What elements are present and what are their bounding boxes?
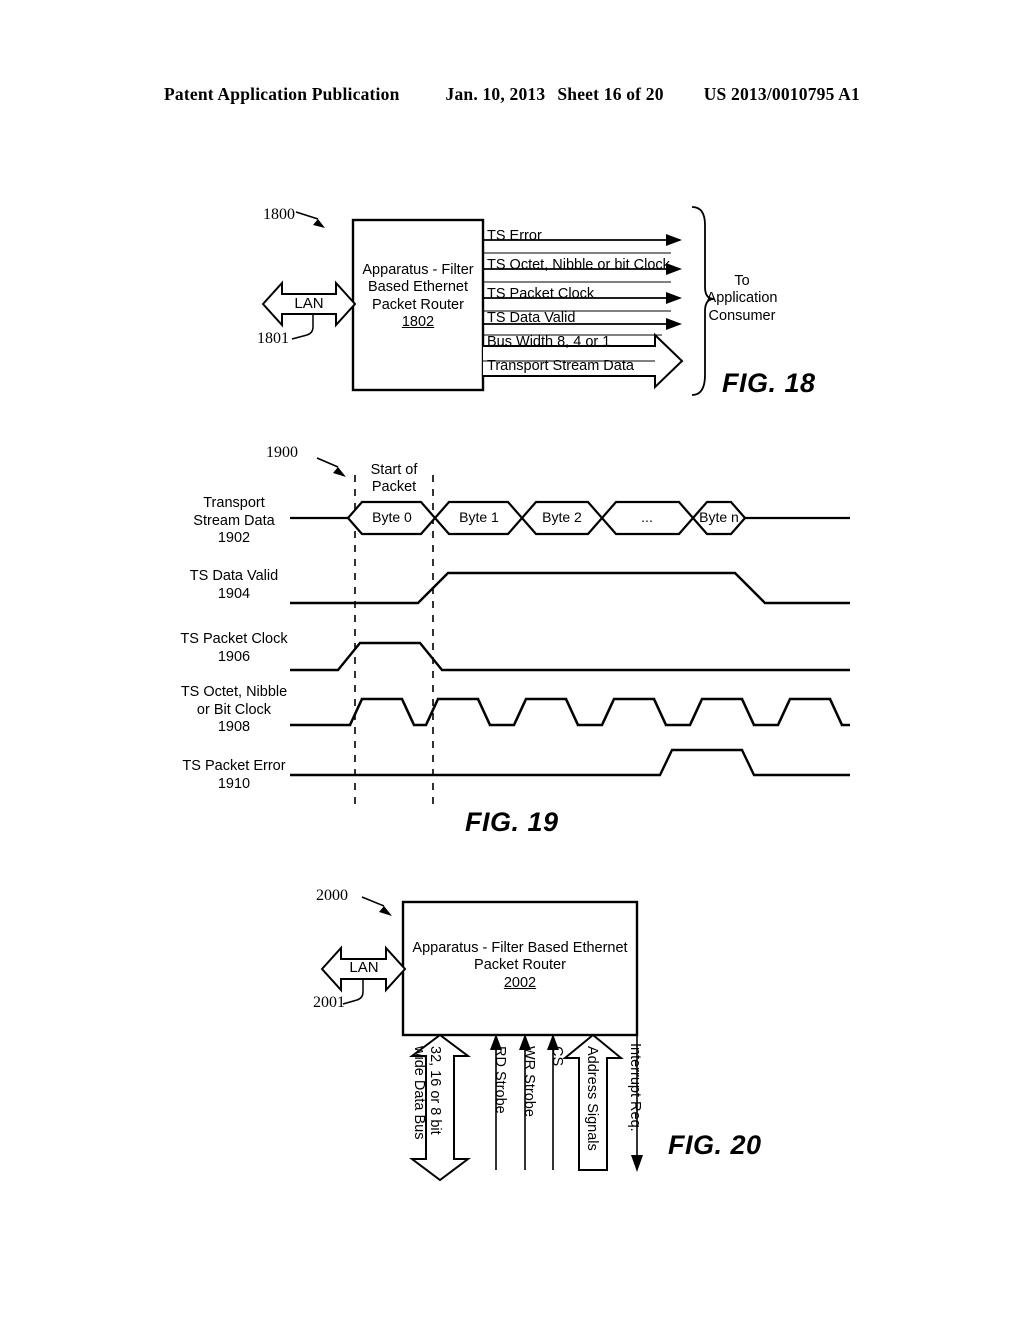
- signal-label-data-bus: 32, 16 or 8 bit wide Data Bus: [411, 1046, 443, 1140]
- waveform-name-line-1: TS Packet Error: [182, 758, 286, 774]
- start-of-packet-line-2: Packet: [371, 479, 417, 496]
- lan-label-fig20: LAN: [349, 959, 379, 976]
- waveform-name-ts-data-valid: TS Data Valid 1904: [190, 568, 278, 603]
- start-of-packet-line-1: Start of: [370, 462, 418, 478]
- figure-caption-18: FIG. 18: [722, 368, 816, 398]
- reference-numeral-2001: 2001: [313, 994, 345, 1011]
- waveform-name-line-2: or Bit Clock: [196, 701, 272, 718]
- leader-line-1900: [316, 457, 339, 468]
- waveform-name-line-2: Stream Data: [193, 512, 275, 529]
- patent-sheet: Patent Application Publication Jan. 10, 2…: [0, 0, 1024, 1320]
- signal-label-ts-data-valid: TS Data Valid: [487, 310, 576, 326]
- leader-line-2001: [342, 979, 364, 1005]
- header-date: Jan. 10, 2013: [445, 84, 546, 104]
- destination-line-3: Consumer: [708, 307, 776, 324]
- waveform-ref-1902: 1902: [217, 530, 251, 547]
- bus-cell-byte-2: Byte 2: [542, 509, 582, 525]
- header-sheet-number: Sheet 16 of 20: [557, 84, 664, 104]
- reference-numeral-2000: 2000: [316, 887, 348, 904]
- waveform-name-ts-packet-error: TS Packet Error 1910: [182, 758, 285, 793]
- signal-arrowhead-ts-data-valid: [666, 318, 682, 330]
- leader-arrowhead-1800: [313, 219, 325, 228]
- reference-numeral-1800: 1800: [263, 206, 295, 223]
- header-publication-title: Patent Application Publication: [164, 84, 400, 104]
- waveform-name-line-1: TS Packet Clock: [180, 631, 288, 647]
- waveform-ts-bit-clock: [290, 697, 850, 727]
- waveform-ts-data-valid: [290, 571, 850, 605]
- bus-cell-byte-1: Byte 1: [459, 509, 499, 525]
- apparatus-line-2: Packet Router: [474, 957, 566, 974]
- bus-cell-ellipsis: ...: [641, 509, 653, 525]
- figure-caption-20: FIG. 20: [668, 1130, 762, 1160]
- signal-label-ts-packet-clock: TS Packet Clock: [487, 286, 595, 302]
- destination-line-2: Application: [706, 290, 778, 307]
- signal-label-bus-width: Bus Width 8, 4 or 1: [487, 334, 611, 350]
- apparatus-ref-2002: 2002: [503, 974, 537, 991]
- waveform-name-line-1: TS Data Valid: [189, 568, 279, 584]
- figure-19-graphics: [290, 457, 850, 805]
- waveform-name-line-1: TS Octet, Nibble: [180, 684, 288, 700]
- waveform-ref-1910: 1910: [217, 775, 251, 792]
- leader-line-1800: [295, 211, 319, 220]
- apparatus-box-label-2002: Apparatus - Filter Based Ethernet Packet…: [412, 940, 627, 992]
- signal-arrowhead-interrupt-req: [631, 1155, 643, 1172]
- waveform-ref-1904: 1904: [217, 585, 251, 602]
- apparatus-box-label-1802: Apparatus - Filter Based Ethernet Packet…: [362, 262, 473, 332]
- figure-20-graphics: [320, 896, 643, 1182]
- waveform-name-ts-packet-clock: TS Packet Clock 1906: [180, 631, 287, 666]
- leader-line-1801: [291, 314, 314, 340]
- signal-label-interrupt-req: Interrupt Req.: [627, 1043, 643, 1132]
- signal-arrowhead-ts-error: [666, 234, 682, 246]
- waveform-ts-packet-clock: [290, 641, 850, 672]
- lan-label-fig18: LAN: [294, 295, 324, 312]
- leader-line-2000: [361, 896, 385, 907]
- signal-label-wr-strobe: WR Strobe: [521, 1046, 537, 1117]
- apparatus-line-2: Based Ethernet: [368, 279, 468, 296]
- waveform-name-transport-stream-data: Transport Stream Data 1902: [193, 495, 274, 548]
- waveform-ts-packet-error: [290, 748, 850, 777]
- figure-caption-19: FIG. 19: [465, 807, 559, 837]
- signal-label-cs: CS: [549, 1046, 565, 1067]
- signal-arrowhead-ts-packet-clock: [666, 292, 682, 304]
- leader-arrowhead-2000: [379, 906, 392, 916]
- leader-arrowhead-1900: [333, 467, 346, 477]
- bus-cell-byte-n: Byte n: [699, 509, 739, 525]
- signal-label-data-bus-line-2: wide Data Bus: [410, 1046, 427, 1140]
- destination-line-1: To: [734, 273, 750, 289]
- signal-label-data-bus-line-1: 32, 16 or 8 bit: [427, 1046, 443, 1135]
- signal-label-rd-strobe: RD Strobe: [492, 1046, 508, 1114]
- signal-label-transport-stream-data: Transport Stream Data: [487, 358, 634, 374]
- apparatus-line-1: Apparatus - Filter: [362, 262, 474, 278]
- start-of-packet-label: Start of Packet: [371, 462, 418, 496]
- apparatus-line-1: Apparatus - Filter Based Ethernet: [412, 940, 628, 956]
- apparatus-ref-1802: 1802: [401, 314, 435, 331]
- reference-numeral-1801: 1801: [257, 330, 289, 347]
- waveform-ref-1906: 1906: [217, 648, 251, 665]
- bus-cell-byte-0: Byte 0: [372, 509, 412, 525]
- signal-label-ts-error: TS Error: [487, 228, 542, 244]
- page-header: Patent Application Publication Jan. 10, 2…: [0, 84, 1024, 105]
- destination-label-fig18: To Application Consumer: [707, 273, 778, 325]
- apparatus-line-3: Packet Router: [372, 296, 464, 313]
- signal-label-address-signals: Address Signals: [584, 1046, 600, 1151]
- waveform-name-line-1: Transport: [203, 495, 265, 511]
- signal-label-ts-octet-clock: TS Octet, Nibble or bit Clock: [487, 257, 670, 273]
- header-document-number: US 2013/0010795 A1: [703, 84, 860, 104]
- waveform-ref-1908: 1908: [217, 719, 251, 736]
- reference-numeral-1900: 1900: [266, 444, 298, 461]
- waveform-name-ts-bit-clock: TS Octet, Nibble or Bit Clock 1908: [181, 684, 287, 737]
